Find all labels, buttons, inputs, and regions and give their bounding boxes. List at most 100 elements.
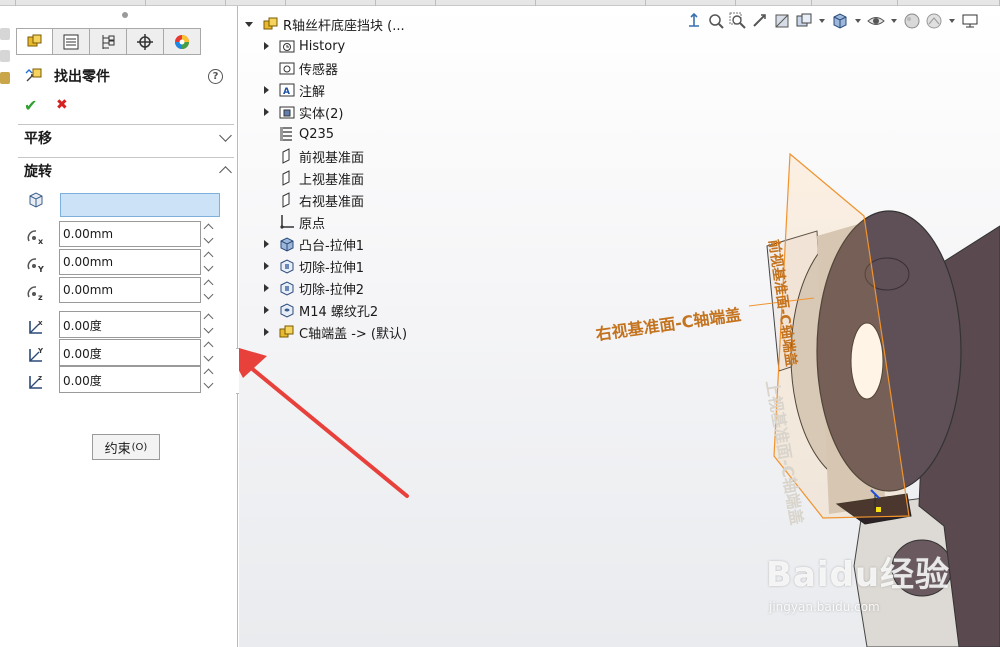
hide-show-icon[interactable] xyxy=(867,12,885,30)
delta-y-spinner[interactable] xyxy=(203,249,215,275)
delta-z-input[interactable]: 0.00mm xyxy=(59,277,201,303)
view-orientation-icon[interactable] xyxy=(685,12,703,30)
tree-item-label: 切除-拉伸2 xyxy=(299,282,364,298)
ok-button[interactable]: ✔ xyxy=(24,96,37,115)
view-cube-icon[interactable] xyxy=(831,12,849,30)
plane-icon xyxy=(282,192,290,208)
rotate-y-spinner[interactable] xyxy=(203,339,215,365)
tree-item-cut-extrude1[interactable]: 切除-拉伸1 xyxy=(264,256,364,276)
side-tool-icon[interactable] xyxy=(0,72,10,84)
tree-item-label: 上视基准面 xyxy=(299,172,365,188)
tab-display-manager[interactable] xyxy=(164,28,201,55)
rotate-x-spinner[interactable] xyxy=(203,311,215,337)
delta-x-input[interactable]: 0.00mm xyxy=(59,221,201,247)
tree-item-label: 前视基准面 xyxy=(299,150,365,166)
tree-item-material[interactable]: Q235 xyxy=(279,124,334,144)
red-arrow-annotation xyxy=(239,348,409,498)
rotate-z-input[interactable]: 0.00度 xyxy=(59,366,201,393)
delta-z-spinner[interactable] xyxy=(203,277,215,303)
list-icon xyxy=(63,34,79,49)
expand-arrow-icon[interactable] xyxy=(264,240,269,248)
component-selection-box[interactable] xyxy=(60,193,220,217)
section-rotate[interactable]: 旋转 xyxy=(18,157,234,183)
svg-text:z: z xyxy=(38,293,43,302)
tree-item-c-axis-cover[interactable]: C轴端盖 -> (默认) xyxy=(264,322,407,342)
help-icon[interactable]: ? xyxy=(208,69,223,84)
chevron-down-icon[interactable] xyxy=(855,19,861,23)
delta-z-icon: z xyxy=(27,286,43,302)
chevron-down-icon[interactable] xyxy=(949,19,955,23)
expand-arrow-icon[interactable] xyxy=(264,86,269,94)
delta-x-spinner[interactable] xyxy=(203,221,215,247)
tab-dimxpert[interactable] xyxy=(127,28,164,55)
section-translate[interactable]: 平移 xyxy=(18,124,234,150)
chevron-down-icon[interactable] xyxy=(891,19,897,23)
tree-item-origin[interactable]: 原点 xyxy=(279,212,325,232)
expand-arrow-icon[interactable] xyxy=(245,21,253,27)
tree-item-label: 右视基准面 xyxy=(299,194,365,210)
delta-y-icon: Y xyxy=(27,258,44,274)
rotate-z-icon: z xyxy=(29,374,42,389)
svg-text:Y: Y xyxy=(37,347,44,355)
tree-item-history[interactable]: History xyxy=(264,36,345,56)
tree-item-right-plane[interactable]: 右视基准面 xyxy=(279,190,364,210)
side-toolbar xyxy=(0,28,12,94)
rotate-y-icon: Y xyxy=(29,347,44,362)
expand-arrow-icon[interactable] xyxy=(264,328,269,336)
color-wheel-icon xyxy=(175,34,189,49)
graphics-viewport[interactable]: 右视基准面-C轴端盖 上视基准面-C轴端盖 前视基准面-C轴端盖 R轴丝杆底座挡… xyxy=(239,6,1000,647)
zoom-to-fit-icon[interactable] xyxy=(707,12,725,30)
chevron-up-icon xyxy=(219,166,232,179)
cancel-button[interactable]: ✖ xyxy=(56,97,68,113)
constraint-shortcut: (O) xyxy=(131,441,148,453)
tree-item-label: M14 螺纹孔2 xyxy=(299,304,379,320)
tab-feature-tree[interactable] xyxy=(53,28,90,55)
expand-arrow-icon[interactable] xyxy=(264,306,269,314)
side-tool-icon[interactable] xyxy=(0,28,10,40)
tree-item-label: 原点 xyxy=(299,216,326,232)
tree-item-boss-extrude1[interactable]: 凸台-拉伸1 xyxy=(264,234,364,254)
crosshair-icon xyxy=(137,33,153,50)
tab-configuration[interactable] xyxy=(90,28,127,55)
hole-wizard-icon xyxy=(280,303,294,318)
rotate-x-input[interactable]: 0.00度 xyxy=(59,311,201,338)
material-icon xyxy=(280,127,292,141)
display-settings-icon[interactable] xyxy=(961,12,979,30)
previous-view-icon[interactable] xyxy=(751,12,769,30)
zoom-area-icon[interactable] xyxy=(729,12,747,30)
chevron-down-icon[interactable] xyxy=(819,19,825,23)
tree-item-front-plane[interactable]: 前视基准面 xyxy=(279,146,364,166)
expand-arrow-icon[interactable] xyxy=(264,262,269,270)
appearance-icon[interactable] xyxy=(903,12,921,30)
section-view-icon[interactable] xyxy=(773,12,791,30)
tree-item-cut-extrude2[interactable]: 切除-拉伸2 xyxy=(264,278,364,298)
tree-item-annotations[interactable]: A 注解 xyxy=(264,80,325,100)
side-tool-icon[interactable] xyxy=(0,50,10,62)
expand-arrow-icon[interactable] xyxy=(264,108,269,116)
heads-up-toolbar xyxy=(685,12,979,30)
scene-icon[interactable] xyxy=(925,12,943,30)
delta-y-input[interactable]: 0.00mm xyxy=(59,249,201,275)
constraint-button[interactable]: 约束 (O) xyxy=(92,434,160,460)
rotate-y-input[interactable]: 0.00度 xyxy=(59,339,201,366)
sensor-folder-icon xyxy=(279,62,295,75)
tree-item-sensors[interactable]: 传感器 xyxy=(279,58,338,78)
rotate-x-icon: x xyxy=(29,319,43,334)
expand-arrow-icon[interactable] xyxy=(264,42,269,50)
dynamic-annotation-icon[interactable] xyxy=(795,12,813,30)
delta-x-icon: x xyxy=(27,230,44,246)
tree-item-tapped-hole[interactable]: M14 螺纹孔2 xyxy=(264,300,378,320)
panel-grip[interactable] xyxy=(122,12,128,18)
tree-item-solid-bodies[interactable]: 实体(2) xyxy=(264,102,343,122)
tab-property-manager[interactable] xyxy=(16,28,53,55)
part-icon xyxy=(263,17,278,30)
tree-root-label: R轴丝杆底座挡块 (... xyxy=(283,18,405,34)
expand-arrow-icon[interactable] xyxy=(264,284,269,292)
tree-root[interactable]: R轴丝杆底座挡块 (... xyxy=(245,14,405,34)
configuration-icon xyxy=(102,34,115,49)
tree-item-top-plane[interactable]: 上视基准面 xyxy=(279,168,364,188)
cut-extrude-icon xyxy=(280,281,294,296)
watermark: Baidu经验 xyxy=(766,555,951,595)
feature-title-text: 找出零件 xyxy=(54,69,110,85)
rotate-z-spinner[interactable] xyxy=(203,366,215,392)
